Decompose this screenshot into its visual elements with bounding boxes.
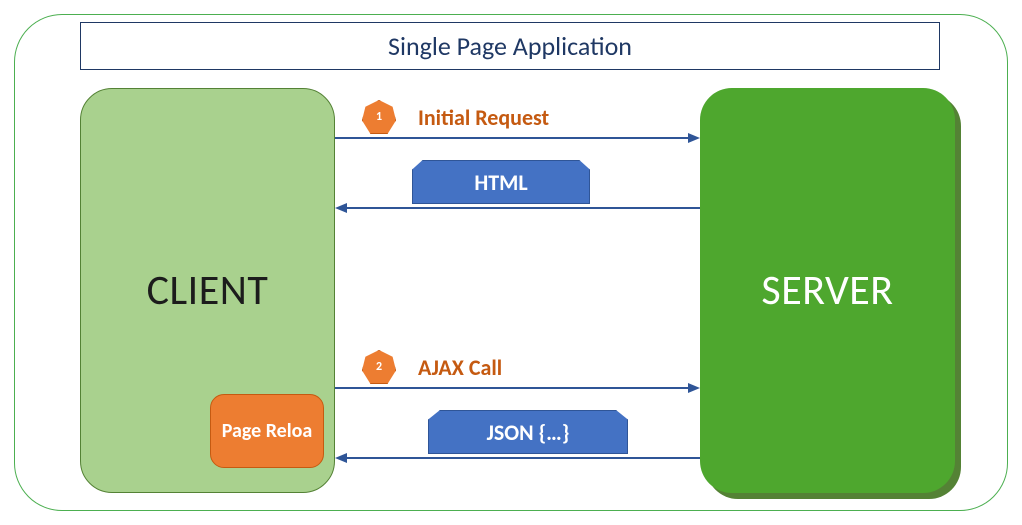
page-title: Single Page Application	[388, 30, 632, 62]
json-chip: JSON {…}	[428, 410, 628, 454]
page-reload-label: Page Reloa	[222, 420, 313, 443]
html-chip: HTML	[412, 160, 590, 204]
step-1-label: Initial Request	[418, 104, 549, 131]
html-chip-label: HTML	[474, 169, 527, 196]
server-front: SERVER	[700, 88, 955, 493]
page-reload-box: Page Reloa	[210, 394, 324, 468]
step-2-number: 2	[376, 360, 382, 374]
step-1-number: 1	[376, 110, 382, 124]
server-box: SERVER	[700, 88, 955, 493]
server-label: SERVER	[761, 265, 893, 316]
step-2-label: AJAX Call	[418, 354, 502, 381]
json-chip-label: JSON {…}	[487, 419, 570, 446]
diagram-canvas: Single Page Application CLIENT SERVER 1 …	[0, 0, 1022, 525]
client-label: CLIENT	[147, 265, 269, 316]
title-box: Single Page Application	[80, 22, 940, 70]
